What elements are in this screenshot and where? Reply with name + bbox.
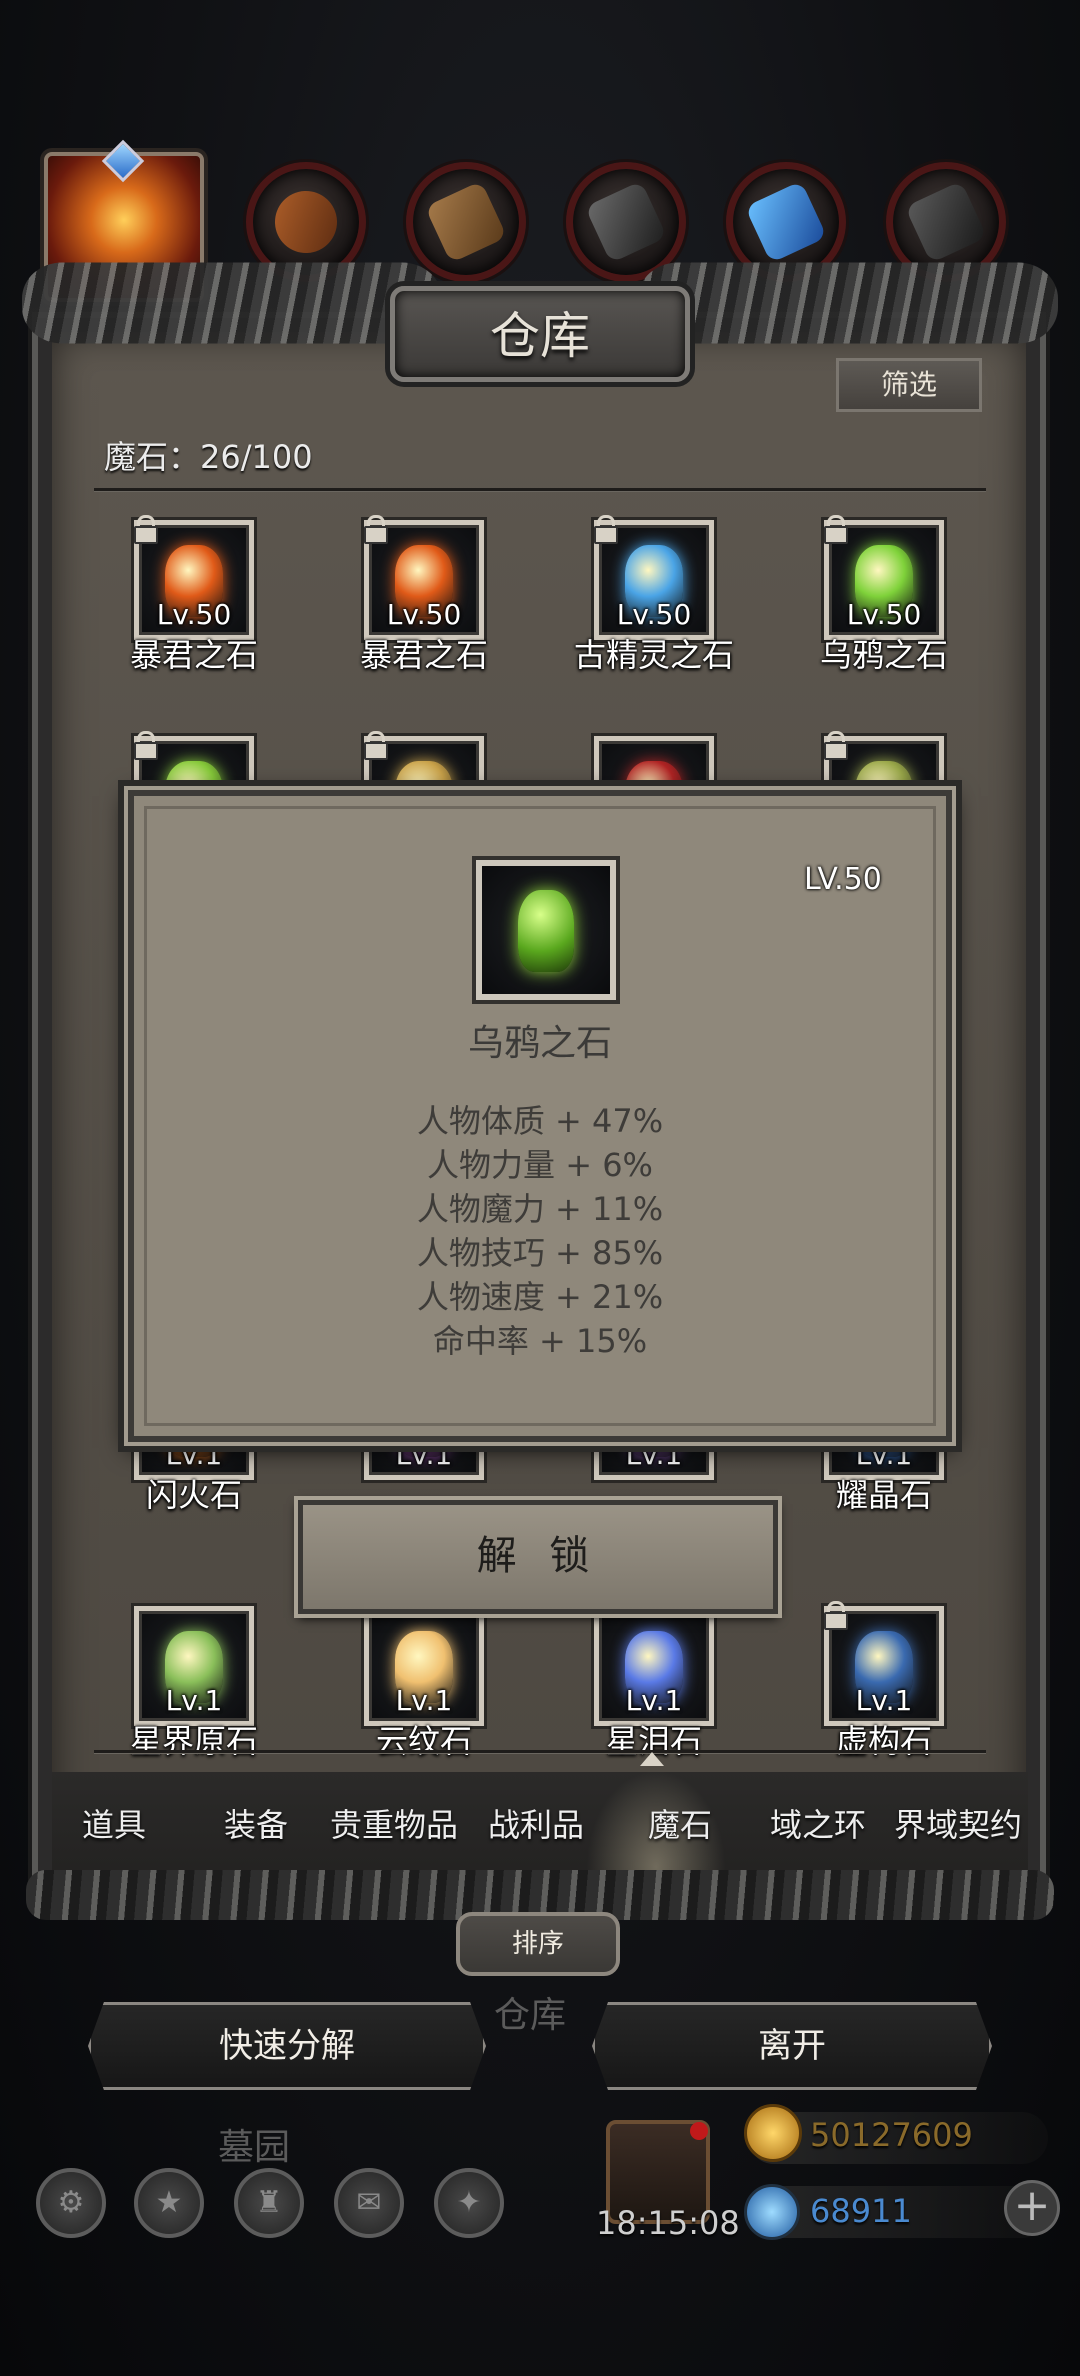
stat-line: 人物速度 + 21% [416,1278,664,1316]
tab-valuables[interactable]: 贵重物品 [330,1800,458,1846]
item-slot[interactable]: Lv.1 [594,1606,714,1726]
rank-star-icon[interactable]: ★ [134,2168,204,2238]
mail-icon[interactable]: ✉ [334,2168,404,2238]
blue-gem-icon [744,2184,800,2240]
unlock-button[interactable]: 解 锁 [298,1500,778,1614]
lock-icon [133,515,158,544]
stat-line: 人物体质 + 47% [416,1102,664,1140]
popup-item-icon [476,860,616,1000]
item-level: Lv.1 [395,1684,453,1717]
gold-coin-icon [744,2104,802,2162]
lock-icon [823,731,848,760]
tab-domain-ring[interactable]: 域之环 [770,1800,866,1846]
settings-gear-icon[interactable]: ⚙ [36,2168,106,2238]
guild-icon[interactable]: ♜ [234,2168,304,2238]
crow-stone-icon [518,890,574,972]
popup-level: LV.50 [804,862,882,897]
item-level: Lv.50 [616,598,692,631]
item-level: Lv.1 [625,1684,683,1717]
item-level: Lv.50 [386,598,462,631]
item-slot[interactable]: Lv.1 [134,1606,254,1726]
game-clock: 18:15:08 [596,2204,740,2242]
divider [94,488,986,491]
item-level: Lv.1 [165,1684,223,1717]
divider [94,1750,986,1753]
item-slot[interactable]: Lv.1 [824,1601,944,1726]
item-level: Lv.1 [855,1684,913,1717]
item-detail-popup: LV.50 乌鸦之石 人物体质 + 47% 人物力量 + 6% 人物魔力 + 1… [128,790,952,1442]
filter-button[interactable]: 筛选 [836,358,982,412]
item-slot[interactable]: Lv.50 [594,515,714,640]
shop-icon[interactable]: ✦ [434,2168,504,2238]
lock-icon [133,731,158,760]
item-level: Lv.50 [846,598,922,631]
stat-line: 命中率 + 15% [432,1322,648,1360]
frame-ornament-right [638,262,1058,344]
tab-realm-contract[interactable]: 界域契约 [894,1800,1022,1846]
item-slot[interactable]: Lv.1 [364,1606,484,1726]
popup-item-name: 乌鸦之石 [467,1023,612,1064]
item-name: 乌鸦之石 [819,636,948,674]
inventory-count: 魔石：26/100 [104,438,313,476]
stat-line: 人物技巧 + 85% [416,1234,664,1272]
item-name: 闪火石 [145,1476,242,1514]
sort-button[interactable]: 排序 [456,1912,620,1976]
lock-icon [823,1601,848,1630]
add-currency-button[interactable]: + [1004,2180,1060,2236]
item-slot[interactable]: Lv.50 [824,515,944,640]
item-name: 虚构石 [835,1722,932,1760]
background-warehouse-label: 仓库 [494,1995,567,2036]
tab-equipment[interactable]: 装备 [224,1800,288,1846]
item-name: 暴君之石 [129,636,258,674]
item-level: Lv.1 [395,1438,453,1471]
game-screen: { "header": {"title": "仓库", "filter_labe… [0,0,1080,2376]
item-level: Lv.1 [625,1438,683,1471]
item-name: 云纹石 [375,1722,472,1760]
frame-ornament-left [22,262,442,344]
stat-line: 人物力量 + 6% [427,1146,653,1184]
page-title: 仓库 [490,307,590,365]
tab-magic-stones[interactable]: 魔石 [648,1800,712,1846]
equipment-slot-circle[interactable] [406,162,526,282]
lock-icon [823,515,848,544]
item-level: Lv.50 [156,598,232,631]
active-tab-indicator [640,1752,664,1766]
background-graveyard-label: 墓园 [218,2127,291,2168]
item-name: 耀晶石 [835,1476,932,1514]
tab-spoils[interactable]: 战利品 [488,1800,584,1846]
lock-icon [593,515,618,544]
gem-amount: 68911 [810,2192,912,2230]
quick-decompose-button[interactable]: 快速分解 [88,2002,486,2090]
item-name: 古精灵之石 [573,636,734,674]
lock-icon [363,731,388,760]
item-level: Lv.1 [165,1438,223,1471]
item-slot[interactable]: Lv.50 [134,515,254,640]
item-level: Lv.1 [855,1438,913,1471]
stat-line: 人物魔力 + 11% [416,1190,664,1228]
item-slot[interactable]: Lv.50 [364,515,484,640]
gold-amount: 50127609 [810,2116,973,2154]
tab-items[interactable]: 道具 [82,1800,146,1846]
notification-dot [690,2122,708,2140]
item-name: 星界原石 [129,1722,258,1760]
item-name: 暴君之石 [359,636,488,674]
leave-button[interactable]: 离开 [592,2002,992,2090]
lock-icon [363,515,388,544]
